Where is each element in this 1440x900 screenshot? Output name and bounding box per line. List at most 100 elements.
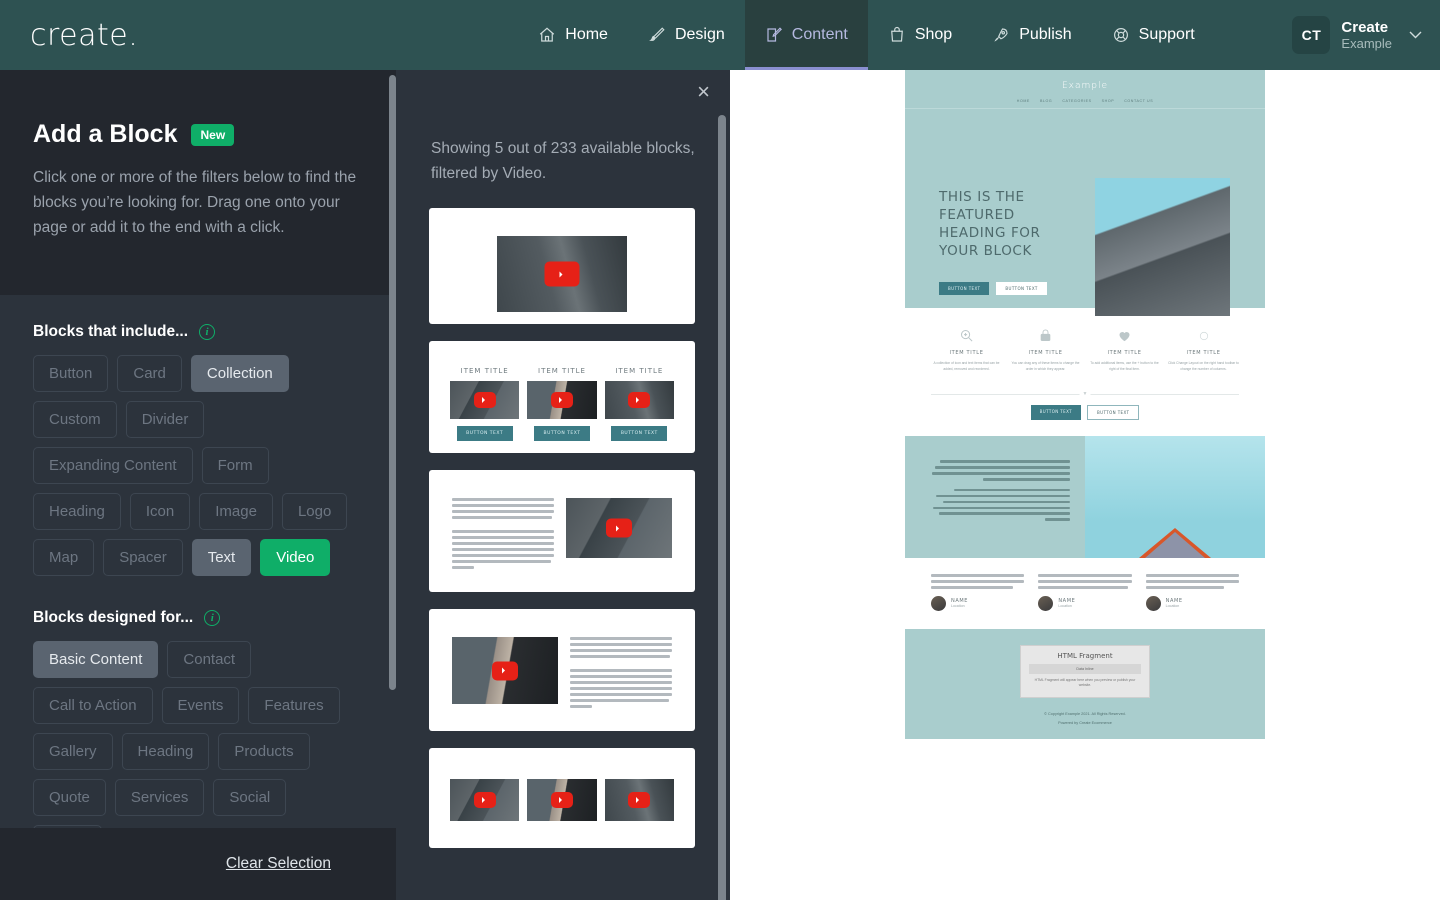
preview-nav-categories[interactable]: CATEGORIES xyxy=(1062,99,1091,103)
filter-chip-icon[interactable]: Icon xyxy=(129,493,191,530)
nav-item-home[interactable]: Home xyxy=(518,0,628,70)
testimonial-text xyxy=(931,574,1025,589)
feature-title: ITEM TITLE xyxy=(1028,350,1063,356)
features-secondary-button[interactable]: BUTTON TEXT xyxy=(1087,405,1140,420)
filter-chip-products[interactable]: Products xyxy=(218,733,310,770)
filter-chip-spacer[interactable]: Spacer xyxy=(103,539,183,576)
testimonial-location: Location xyxy=(1165,604,1180,609)
filter-chip-heading-designed[interactable]: Heading xyxy=(121,733,210,770)
nav-label: Content xyxy=(791,26,848,43)
block-card-text-video[interactable] xyxy=(429,470,695,592)
add-block-sidebar: Add a Block New Click one or more of the… xyxy=(0,70,396,900)
video-thumbnail xyxy=(527,381,597,419)
info-circle-icon[interactable]: i xyxy=(199,324,216,340)
filter-groups: Blocks that include... i Button Card Col… xyxy=(0,295,396,862)
filter-chip-heading[interactable]: Heading xyxy=(33,493,121,530)
nav-item-publish[interactable]: Publish xyxy=(972,0,1091,70)
preview-testimonials-block[interactable]: NAME Location NAME Location NAME Locatio… xyxy=(905,558,1265,629)
preview-text-image-block[interactable] xyxy=(905,436,1265,558)
youtube-play-icon xyxy=(473,792,496,808)
preview-nav-home[interactable]: HOME xyxy=(1017,99,1030,103)
preview-nav-blog[interactable]: BLOG xyxy=(1040,99,1052,103)
filter-group-label: Blocks that include... i xyxy=(33,323,363,341)
item-button[interactable]: BUTTON TEXT xyxy=(533,426,590,441)
item-button[interactable]: BUTTON TEXT xyxy=(611,426,668,441)
block-card-single-video[interactable] xyxy=(429,208,695,324)
hero-secondary-button[interactable]: BUTTON TEXT xyxy=(996,282,1047,295)
filter-chip-features[interactable]: Features xyxy=(248,687,340,724)
nav-item-support[interactable]: Support xyxy=(1092,0,1215,70)
video-thumbnail xyxy=(450,381,520,419)
filter-chip-social[interactable]: Social xyxy=(213,779,287,816)
filter-chip-call-to-action[interactable]: Call to Action xyxy=(33,687,153,724)
nav-item-design[interactable]: Design xyxy=(628,0,745,70)
feature-item: ITEM TITLE To add additional items, use … xyxy=(1089,328,1160,372)
filter-group-designed-for: Blocks designed for... i Basic Content C… xyxy=(33,609,363,862)
filter-chip-text[interactable]: Text xyxy=(191,539,252,576)
info-circle-icon[interactable]: i xyxy=(204,610,221,626)
feature-item: ITEM TITLE Click Change Layout on the ri… xyxy=(1168,328,1239,372)
preview-nav-shop[interactable]: SHOP xyxy=(1102,99,1115,103)
sidebar-description: Click one or more of the filters below t… xyxy=(33,169,357,236)
blocks-panel-scrollbar[interactable] xyxy=(718,115,726,900)
filter-chip-collection[interactable]: Collection xyxy=(190,355,289,392)
filter-chip-card[interactable]: Card xyxy=(117,355,182,392)
filter-chip-logo[interactable]: Logo xyxy=(281,493,348,530)
testimonial-person: NAME Location xyxy=(1038,595,1131,611)
block-card-video-row[interactable] xyxy=(429,748,695,848)
filter-chip-basic-content[interactable]: Basic Content xyxy=(33,641,159,678)
footer-powered-by: Powered by Create Ecommerce xyxy=(1058,720,1112,725)
nav-item-content[interactable]: Content xyxy=(744,0,868,70)
filter-chip-services[interactable]: Services xyxy=(114,779,205,816)
filter-chip-quote[interactable]: Quote xyxy=(33,779,106,816)
testimonial-item: NAME Location xyxy=(931,574,1025,611)
edit-square-icon xyxy=(765,26,783,44)
filter-chip-video[interactable]: Video xyxy=(260,539,331,576)
collection-item: ITEM TITLE BUTTON TEXT xyxy=(604,367,674,441)
website-preview: Example HOME BLOG CATEGORIES SHOP CONTAC… xyxy=(730,70,1440,900)
video-thumbnail xyxy=(527,779,597,821)
sidebar-title-row: Add a Block New xyxy=(33,120,363,149)
text-image-photo xyxy=(1085,436,1265,558)
hero-buttons: BUTTON TEXT BUTTON TEXT xyxy=(939,282,1047,295)
filter-chip-expanding-content[interactable]: Expanding Content xyxy=(33,447,193,484)
nav-label: Shop xyxy=(914,26,953,43)
text-paragraph-1 xyxy=(929,460,1070,481)
preview-nav-contact[interactable]: CONTACT US xyxy=(1124,99,1153,103)
filter-chip-map[interactable]: Map xyxy=(33,539,95,576)
feature-title: ITEM TITLE xyxy=(1107,350,1142,356)
filter-chip-image[interactable]: Image xyxy=(199,493,273,530)
sidebar-scrollbar[interactable] xyxy=(389,75,396,690)
body-text-placeholder xyxy=(570,637,672,708)
filter-chip-contact[interactable]: Contact xyxy=(167,641,252,678)
hero-primary-button[interactable]: BUTTON TEXT xyxy=(939,282,990,295)
chevron-down-icon[interactable] xyxy=(1409,28,1422,43)
block-card-video-collection[interactable]: ITEM TITLE BUTTON TEXT ITEM TITLE BUTTON… xyxy=(429,341,695,453)
account-text: Create Example xyxy=(1341,19,1392,52)
html-fragment-block[interactable]: HTML Fragment Data Inline HTML Fragment … xyxy=(1020,644,1150,698)
preview-features-block[interactable]: ITEM TITLE A collection of icon and text… xyxy=(905,308,1265,384)
filter-chip-gallery[interactable]: Gallery xyxy=(33,733,113,770)
results-count-text: Showing 5 out of 233 available blocks, f… xyxy=(431,140,695,182)
filter-chip-events[interactable]: Events xyxy=(161,687,240,724)
preview-page: Example HOME BLOG CATEGORIES SHOP CONTAC… xyxy=(905,70,1265,739)
filter-chip-custom[interactable]: Custom xyxy=(33,401,117,438)
block-card-video-text[interactable] xyxy=(429,609,695,731)
features-primary-button[interactable]: BUTTON TEXT xyxy=(1030,405,1081,420)
preview-footer: HTML Fragment Data Inline HTML Fragment … xyxy=(905,628,1265,739)
account-menu[interactable]: CT Create Example xyxy=(1292,0,1422,70)
filter-chip-form[interactable]: Form xyxy=(201,447,269,484)
app-logo[interactable]: create. xyxy=(30,18,138,53)
close-icon[interactable]: × xyxy=(697,81,710,103)
feature-title: ITEM TITLE xyxy=(1186,350,1221,356)
clear-selection-link[interactable]: Clear Selection xyxy=(226,855,331,873)
filter-chip-divider[interactable]: Divider xyxy=(125,401,205,438)
html-fragment-desc: HTML Fragment will appear here when you … xyxy=(1034,677,1136,688)
item-button[interactable]: BUTTON TEXT xyxy=(456,426,513,441)
life-ring-icon xyxy=(1112,26,1130,44)
preview-hero-block[interactable]: THIS IS THE FEATURED HEADING FOR YOUR BL… xyxy=(905,116,1265,316)
item-title: ITEM TITLE xyxy=(460,367,509,375)
preview-site-title: Example xyxy=(1061,81,1109,91)
filter-chip-button[interactable]: Button xyxy=(33,355,109,392)
nav-item-shop[interactable]: Shop xyxy=(868,0,972,70)
